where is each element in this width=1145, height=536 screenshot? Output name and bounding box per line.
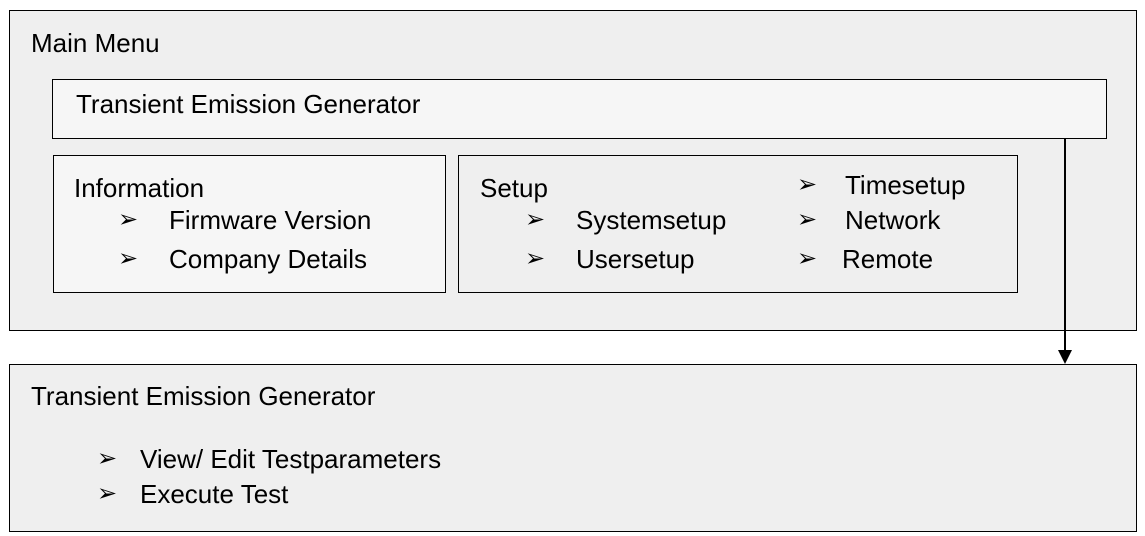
bullet-arrow-icon: ➢: [118, 206, 139, 233]
bullet-arrow-icon: ➢: [118, 245, 139, 272]
bullet-arrow-icon: ➢: [97, 480, 118, 507]
menu-item-usersetup[interactable]: Usersetup: [576, 244, 695, 274]
menu-item-timesetup[interactable]: Timesetup: [845, 170, 965, 200]
menu-item-systemsetup[interactable]: Systemsetup: [576, 205, 726, 235]
information-title: Information: [74, 173, 205, 203]
main-menu-title: Main Menu: [31, 28, 160, 58]
menu-item-company-details[interactable]: Company Details: [169, 244, 367, 274]
bullet-arrow-icon: ➢: [97, 445, 118, 472]
bullet-arrow-icon: ➢: [797, 206, 818, 233]
bullet-arrow-icon: ➢: [525, 206, 546, 233]
setup-title: Setup: [480, 173, 548, 203]
generator-panel-title: Transient Emission Generator: [31, 381, 376, 411]
menu-item-network[interactable]: Network: [845, 205, 940, 235]
transient-emission-generator-label: Transient Emission Generator: [76, 89, 421, 119]
menu-item-firmware-version[interactable]: Firmware Version: [169, 205, 371, 235]
bullet-arrow-icon: ➢: [797, 171, 818, 198]
menu-item-remote[interactable]: Remote: [842, 244, 933, 274]
bullet-arrow-icon: ➢: [797, 245, 818, 272]
menu-item-view-edit-testparameters[interactable]: View/ Edit Testparameters: [140, 444, 441, 474]
bullet-arrow-icon: ➢: [525, 245, 546, 272]
menu-item-execute-test[interactable]: Execute Test: [140, 479, 288, 509]
